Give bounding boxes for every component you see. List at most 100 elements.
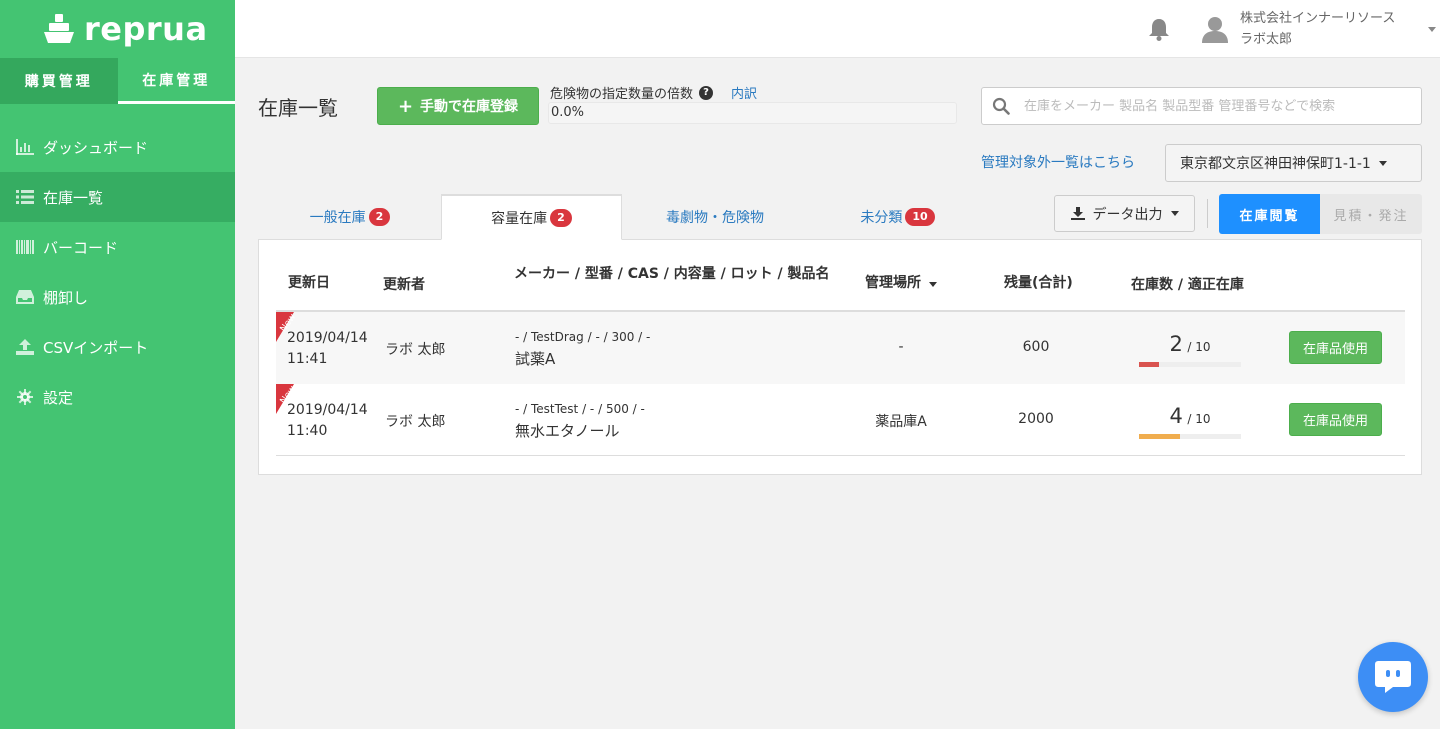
location-select[interactable]: 東京都文京区神田神保町1-1-1 [1165,144,1422,182]
date-text: 2019/04/14 [287,402,368,418]
divider [1207,199,1208,228]
proper-stock: / 10 [1187,412,1211,426]
stock-value: 4 [1169,404,1183,428]
list-icon [15,187,35,207]
sort-caret-icon [929,282,937,287]
bell-icon[interactable] [1148,17,1170,41]
count-badge: 10 [905,208,935,226]
row-product-name: 試薬A [515,350,556,368]
chevron-down-icon[interactable] [1428,27,1436,32]
tab-label: 容量在庫 [491,210,548,227]
manual-register-label: 手動で在庫登録 [420,99,519,115]
search-icon [992,97,1010,115]
row-updater: ラボ 太郎 [385,414,446,430]
row-stock-count: 2 / 10 [1139,332,1241,356]
export-label: データ出力 [1092,206,1163,223]
time-text: 11:40 [287,423,328,439]
inventory-table-panel: 更新日 更新者 メーカー / 型番 / CAS / 内容量 / ロット / 製品… [258,239,1422,475]
hazard-detail-link[interactable]: 内訳 [731,83,757,102]
tab-label: 未分類 [860,210,903,226]
gear-icon [15,387,35,407]
sidebar-item-label: CSVインポート [43,338,149,357]
count-badge: 2 [550,208,572,227]
page-title: 在庫一覧 [258,96,338,120]
question-circle-icon[interactable]: ? [699,85,714,100]
download-icon [1070,207,1085,220]
user-avatar-icon[interactable] [1201,15,1229,43]
tab-poison-hazard[interactable]: 毒劇物・危険物 [645,194,785,240]
sidebar-item-dashboard[interactable]: ダッシュボード [0,122,235,172]
row-updater: ラボ 太郎 [385,342,446,358]
use-stock-button[interactable]: 在庫品使用 [1289,403,1382,436]
tab-volume-stock[interactable]: 容量在庫 2 [441,194,622,240]
use-stock-button[interactable]: 在庫品使用 [1289,331,1382,364]
hazard-multiple-label: 危険物の指定数量の倍数 ? 内訳 [550,83,757,102]
sidebar-item-barcode[interactable]: バーコード [0,222,235,272]
column-header-remain: 残量(合計) [1004,275,1073,291]
company-name: 株式会社インナーリソース [1240,11,1396,26]
row-product-name: 無水エタノール [515,422,620,440]
column-header-maker: メーカー / 型番 / CAS / 内容量 / ロット / 製品名 [514,266,830,282]
stock-level-bar [1139,434,1241,439]
quote-order-toggle[interactable]: 見積・発注 [1320,194,1422,234]
column-header-updater: 更新者 [383,277,425,293]
stock-level-fill [1139,362,1160,367]
row-place: 薬品庫A [875,414,927,430]
top-header: 株式会社インナーリソース ラボ太郎 [235,0,1440,58]
tab-label: 毒劇物・危険物 [666,210,764,226]
manual-register-button[interactable]: + 手動で在庫登録 [377,87,539,125]
count-badge: 2 [368,208,391,226]
user-menu[interactable]: 株式会社インナーリソース ラボ太郎 [1240,8,1395,50]
chat-bubble-icon [1375,661,1411,693]
user-name: ラボ太郎 [1240,32,1293,47]
stock-level-fill [1139,434,1180,439]
bar-chart-icon [15,137,35,157]
upload-icon [15,337,35,357]
sidebar-item-csv-import[interactable]: CSVインポート [0,322,235,372]
sidebar-item-label: 棚卸し [43,288,89,307]
sidebar: reprua 購買管理 在庫管理 ダッシュボード 在庫一覧 バーコード 棚卸し … [0,0,235,729]
chat-support-button[interactable] [1358,642,1428,712]
stock-level-bar [1139,362,1241,367]
row-maker-details: - / TestTest / - / 500 / - [515,402,645,416]
plus-icon: + [397,95,414,117]
sidebar-item-label: ダッシュボード [43,138,149,157]
search-input[interactable] [1024,98,1421,114]
data-export-button[interactable]: データ出力 [1054,195,1195,232]
hazard-label-text: 危険物の指定数量の倍数 [550,87,694,102]
sidebar-item-inventory-list[interactable]: 在庫一覧 [0,172,235,222]
sidebar-item-stocktaking[interactable]: 棚卸し [0,272,235,322]
table-row[interactable]: New 2019/04/14 11:41 ラボ 太郎 - / TestDrag … [276,312,1405,384]
row-updated-date: 2019/04/14 11:41 [287,328,368,370]
chevron-down-icon [1170,211,1179,216]
module-tab-purchase[interactable]: 購買管理 [0,58,118,104]
column-header-place[interactable]: 管理場所 [865,272,937,292]
module-tab-inventory[interactable]: 在庫管理 [117,58,235,104]
hazard-progress-bar: 0.0% [548,102,957,124]
row-place: - [898,339,904,355]
module-tabs: 購買管理 在庫管理 [0,58,235,104]
row-remain: 600 [1022,339,1050,355]
stock-value: 2 [1169,332,1183,356]
column-header-date: 更新日 [288,275,330,291]
tab-unclassified[interactable]: 未分類 10 [845,194,950,240]
sidebar-item-label: 設定 [43,388,74,407]
chevron-down-icon [1378,160,1387,166]
column-header-place-label: 管理場所 [865,275,921,291]
search-box [981,87,1422,125]
tab-label: 一般在庫 [309,210,366,226]
sidebar-item-label: 在庫一覧 [43,188,104,207]
table-row[interactable]: New 2019/04/14 11:40 ラボ 太郎 - / TestTest … [276,384,1405,456]
barcode-icon [15,237,35,257]
view-stock-toggle[interactable]: 在庫閲覧 [1219,194,1320,234]
sidebar-menu: ダッシュボード 在庫一覧 バーコード 棚卸し CSVインポート 設定 [0,122,235,422]
tab-general-stock[interactable]: 一般在庫 2 [290,194,410,240]
location-value: 東京都文京区神田神保町1-1-1 [1180,156,1371,172]
hazard-value: 0.0% [551,105,585,120]
excluded-list-link[interactable]: 管理対象外一覧はこちら [981,152,1135,172]
proper-stock: / 10 [1187,340,1211,354]
logo-text: reprua [84,10,208,48]
logo[interactable]: reprua [0,0,235,58]
row-maker-details: - / TestDrag / - / 300 / - [515,330,651,344]
sidebar-item-settings[interactable]: 設定 [0,372,235,422]
